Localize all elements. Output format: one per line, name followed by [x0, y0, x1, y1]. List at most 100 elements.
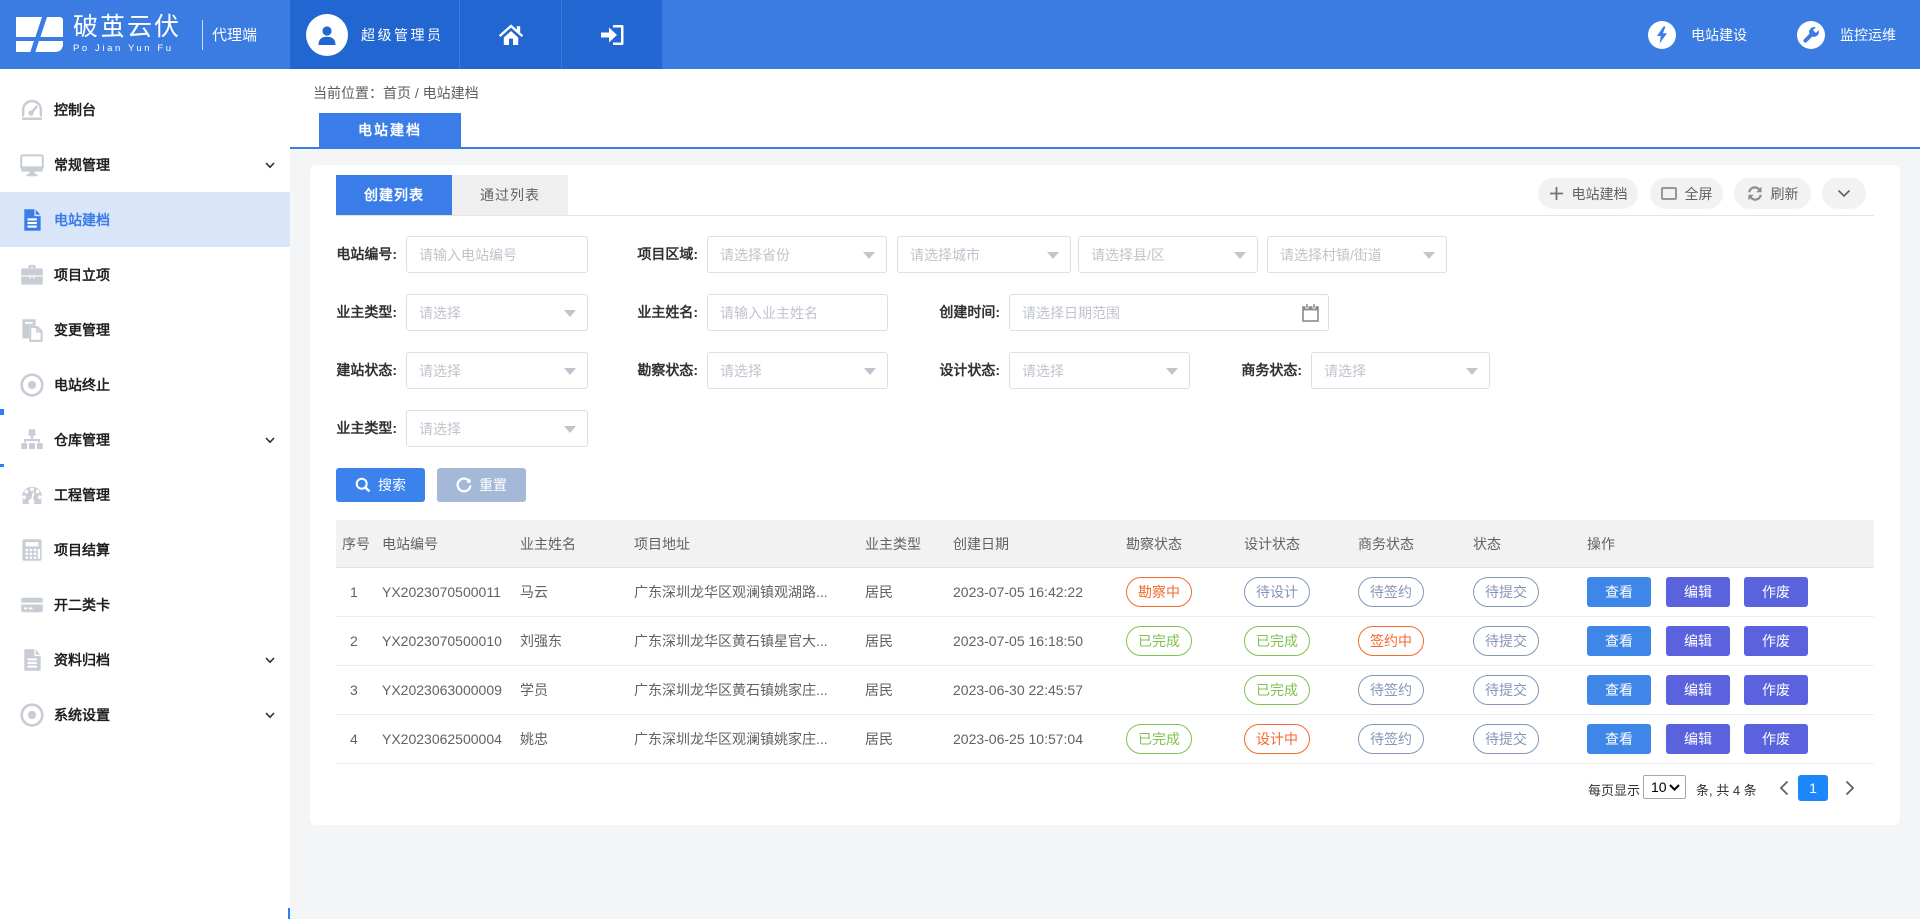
- survey-status-select[interactable]: 请选择: [707, 352, 888, 389]
- sidebar-item-station-archive[interactable]: 电站建档: [0, 192, 290, 247]
- void-button[interactable]: 作废: [1744, 626, 1808, 656]
- brand-portal-label: 代理端: [212, 24, 257, 45]
- owner-name-input[interactable]: 请输入业主姓名: [707, 294, 888, 331]
- view-button[interactable]: 查看: [1587, 577, 1651, 607]
- county-select[interactable]: 请选择县/区: [1078, 236, 1258, 273]
- create-time-input[interactable]: 请选择日期范围: [1009, 294, 1329, 331]
- business-status-placeholder: 请选择: [1324, 361, 1366, 381]
- cell-actions: 查看 编辑 作废: [1587, 724, 1874, 754]
- filter-label-survey-status: 勘察状态:: [611, 352, 707, 389]
- nav-station-build[interactable]: 电站建设: [1648, 21, 1747, 49]
- view-button[interactable]: 查看: [1587, 675, 1651, 705]
- cell-status: 待提交: [1473, 675, 1587, 705]
- home-button[interactable]: [460, 0, 562, 69]
- pagination: 每页显示 10 条, 共 4 条 1: [310, 774, 1900, 802]
- cell-actions: 查看 编辑 作废: [1587, 626, 1874, 656]
- bolt-circle: [1648, 21, 1676, 49]
- filter-label-design-status: 设计状态:: [913, 352, 1009, 389]
- header-middle: 超级管理员: [290, 0, 663, 69]
- cell-station-no: YX2023070500011: [382, 584, 520, 600]
- user-menu[interactable]: 超级管理员: [290, 0, 460, 69]
- cell-business-status: 待签约: [1358, 675, 1473, 705]
- collapse-button[interactable]: [1822, 178, 1866, 209]
- design-status-select[interactable]: 请选择: [1009, 352, 1190, 389]
- col-header-status: 状态: [1473, 534, 1587, 554]
- caret-down-icon: [864, 368, 876, 375]
- view-button[interactable]: 查看: [1587, 724, 1651, 754]
- cell-status: 待提交: [1473, 724, 1587, 754]
- cell-station-no: YX2023062500004: [382, 731, 520, 747]
- tab-create-list[interactable]: 创建列表: [336, 175, 452, 215]
- cell-type: 居民: [865, 631, 953, 651]
- owner-type2-select[interactable]: 请选择: [406, 410, 588, 447]
- table-header-row: 序号 电站编号 业主姓名 项目地址 业主类型 创建日期 勘察状态 设计状态 商务…: [336, 520, 1874, 568]
- sidebar-item-project-settlement[interactable]: 项目结算: [0, 522, 290, 577]
- caret-down-icon: [1423, 252, 1435, 259]
- edit-button[interactable]: 编辑: [1666, 675, 1730, 705]
- col-header-station-no: 电站编号: [382, 534, 520, 554]
- search-icon: [355, 477, 371, 493]
- chevron-down-icon: [264, 654, 276, 666]
- void-button[interactable]: 作废: [1744, 675, 1808, 705]
- fullscreen-button[interactable]: 全屏: [1650, 178, 1723, 209]
- page-tab-station-archive[interactable]: 电站建档: [319, 113, 461, 147]
- signout-button[interactable]: [562, 0, 663, 69]
- edit-button[interactable]: 编辑: [1666, 724, 1730, 754]
- void-button[interactable]: 作废: [1744, 724, 1808, 754]
- create-station-button[interactable]: 电站建档: [1538, 178, 1638, 209]
- next-page-button[interactable]: [1838, 776, 1862, 800]
- cell-address: 广东深圳龙华区黄石镇姚家庄...: [634, 680, 865, 700]
- sidebar-item-data-archive[interactable]: 资料归档: [0, 632, 290, 687]
- nav-monitor-ops[interactable]: 监控运维: [1797, 21, 1896, 49]
- build-status-select[interactable]: 请选择: [406, 352, 588, 389]
- edit-button[interactable]: 编辑: [1666, 626, 1730, 656]
- city-select[interactable]: 请选择城市: [897, 236, 1071, 273]
- cell-survey-status: 已完成: [1126, 724, 1244, 754]
- header-right: 电站建设 监控运维: [663, 0, 1920, 69]
- sidebar-item-system-settings[interactable]: 系统设置: [0, 687, 290, 742]
- col-header-business: 商务状态: [1358, 534, 1473, 554]
- brand-name-en: Po Jian Yun Fu: [73, 43, 181, 54]
- brand-divider: [202, 20, 203, 50]
- edit-button[interactable]: 编辑: [1666, 577, 1730, 607]
- sidebar-item-console[interactable]: 控制台: [0, 82, 290, 137]
- sidebar-item-project-initiation[interactable]: 项目立项: [0, 247, 290, 302]
- per-page-select[interactable]: 10: [1643, 775, 1686, 799]
- sidebar-item-warehouse-mgmt[interactable]: 仓库管理: [0, 412, 290, 467]
- filter-label-station-no: 电站编号:: [310, 236, 406, 273]
- station-no-input[interactable]: 请输入电站编号: [406, 236, 588, 273]
- sidebar-item-engineering-mgmt[interactable]: 工程管理: [0, 467, 290, 522]
- view-button[interactable]: 查看: [1587, 626, 1651, 656]
- sidebar-scroll-mark-top: [0, 409, 4, 415]
- prev-page-button[interactable]: [1772, 776, 1796, 800]
- cell-created: 2023-07-05 16:42:22: [953, 584, 1126, 600]
- cell-type: 居民: [865, 729, 953, 749]
- current-page-button[interactable]: 1: [1798, 775, 1828, 801]
- town-select[interactable]: 请选择村镇/街道: [1267, 236, 1447, 273]
- province-select[interactable]: 请选择省份: [707, 236, 887, 273]
- breadcrumb-path[interactable]: 首页 / 电站建档: [383, 85, 479, 101]
- filter-label-business-status: 商务状态:: [1215, 352, 1311, 389]
- breadcrumb: 当前位置：首页 / 电站建档: [313, 83, 479, 103]
- void-button[interactable]: 作废: [1744, 577, 1808, 607]
- reset-button[interactable]: 重置: [437, 468, 526, 502]
- top-header: 破茧云伏 Po Jian Yun Fu 代理端 超级管理员: [0, 0, 1920, 69]
- business-status-select[interactable]: 请选择: [1311, 352, 1490, 389]
- calculator-icon: [20, 538, 44, 562]
- refresh-button[interactable]: 刷新: [1734, 178, 1811, 209]
- sidebar-item-station-terminate[interactable]: 电站终止: [0, 357, 290, 412]
- filter-label-owner-name: 业主姓名:: [611, 294, 707, 331]
- cell-design-status: 设计中: [1244, 724, 1358, 754]
- sidebar-item-general-mgmt[interactable]: 常规管理: [0, 137, 290, 192]
- filter-label-create-time: 创建时间:: [913, 294, 1009, 331]
- reset-icon: [456, 477, 472, 493]
- settings-circle-icon: [20, 703, 44, 727]
- sidebar-item-open-card[interactable]: 开二类卡: [0, 577, 290, 632]
- tab-pass-list[interactable]: 通过列表: [452, 175, 568, 215]
- sidebar-item-change-mgmt[interactable]: 变更管理: [0, 302, 290, 357]
- brand-area: 破茧云伏 Po Jian Yun Fu 代理端: [0, 0, 290, 69]
- owner-type-select[interactable]: 请选择: [406, 294, 588, 331]
- search-button[interactable]: 搜索: [336, 468, 425, 502]
- cell-address: 广东深圳龙华区观澜镇观湖路...: [634, 582, 865, 602]
- sidebar-item-label: 控制台: [54, 100, 96, 120]
